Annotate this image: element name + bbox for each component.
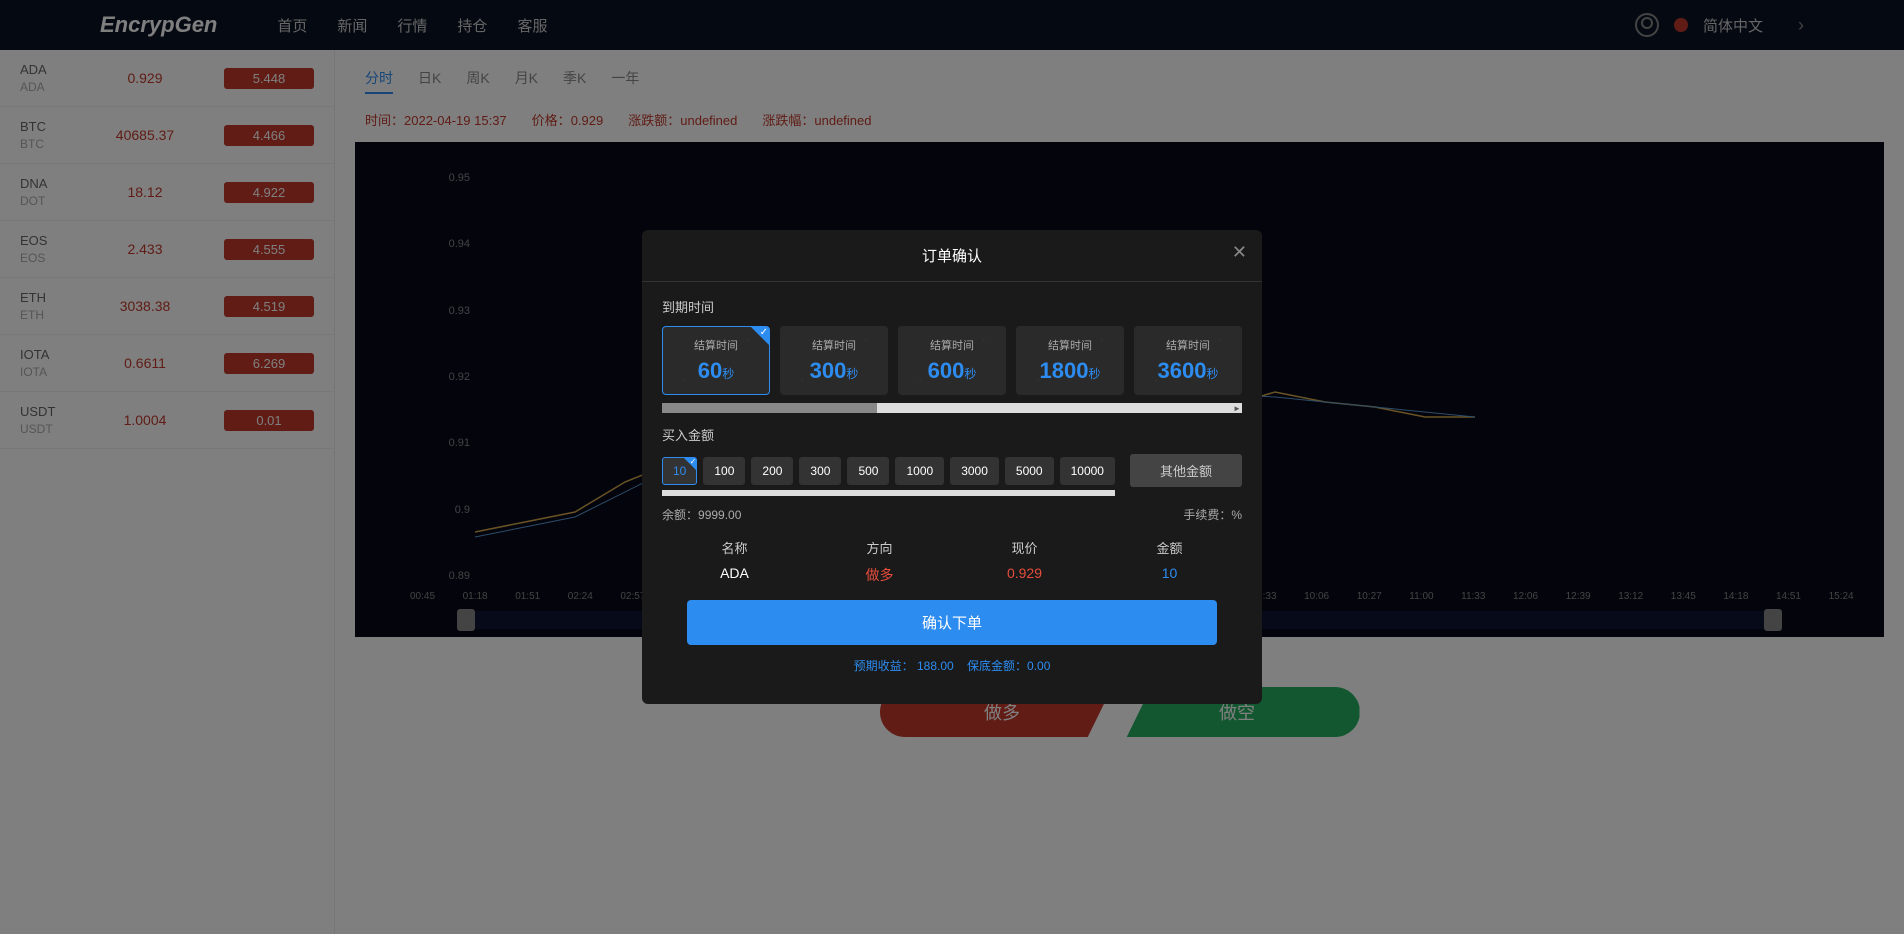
expiry-label: 到期时间	[662, 297, 1242, 316]
time-unit: 秒	[846, 367, 858, 381]
expected-label: 预期收益：	[854, 659, 914, 673]
time-unit: 秒	[964, 367, 976, 381]
amount-option-1000[interactable]: 1000	[895, 457, 944, 485]
amount-options: 1010020030050010003000500010000 其他金额	[662, 454, 1242, 487]
settle-label: 结算时间	[668, 337, 764, 353]
other-amount-button[interactable]: 其他金额	[1130, 454, 1242, 487]
scroll-thumb[interactable]	[662, 403, 877, 413]
expected-value: 188.00	[917, 659, 954, 673]
sum-price-value: 0.929	[952, 565, 1097, 581]
time-scrollbar[interactable]: ◄ ►	[662, 403, 1242, 413]
amount-option-500[interactable]: 500	[847, 457, 889, 485]
amount-option-10000[interactable]: 10000	[1060, 457, 1115, 485]
modal-title: 订单确认	[922, 245, 982, 266]
time-options: 结算时间60秒结算时间300秒结算时间600秒结算时间1800秒结算时间3600…	[662, 326, 1242, 395]
modal-body: 到期时间 结算时间60秒结算时间300秒结算时间600秒结算时间1800秒结算时…	[642, 282, 1262, 704]
time-option-60[interactable]: 结算时间 60秒	[662, 326, 770, 395]
check-icon	[684, 458, 696, 470]
amount-option-10[interactable]: 10	[662, 457, 697, 485]
amount-option-300[interactable]: 300	[799, 457, 841, 485]
amount-option-5000[interactable]: 5000	[1005, 457, 1054, 485]
close-icon[interactable]: ✕	[1232, 242, 1247, 263]
sum-price-label: 现价	[952, 538, 1097, 557]
balance-label: 余额：	[662, 508, 698, 522]
sum-name-value: ADA	[662, 565, 807, 581]
amount-option-100[interactable]: 100	[703, 457, 745, 485]
confirm-order-button[interactable]: 确认下单	[687, 600, 1217, 645]
balance-row: 余额：9999.00 手续费：%	[662, 506, 1242, 523]
modal-overlay[interactable]: 订单确认 ✕ 到期时间 结算时间60秒结算时间300秒结算时间600秒结算时间1…	[0, 0, 1904, 934]
settle-label: 结算时间	[1140, 337, 1236, 353]
time-value: 1800	[1040, 358, 1089, 383]
sum-amt-value: 10	[1097, 565, 1242, 581]
amount-option-3000[interactable]: 3000	[950, 457, 999, 485]
time-unit: 秒	[1206, 367, 1218, 381]
fee-value: %	[1231, 508, 1242, 522]
amount-scrollbar[interactable]	[662, 490, 1115, 496]
time-option-300[interactable]: 结算时间 300秒	[780, 326, 888, 395]
time-unit: 秒	[722, 367, 734, 381]
time-option-3600[interactable]: 结算时间 3600秒	[1134, 326, 1242, 395]
settle-label: 结算时间	[904, 337, 1000, 353]
sum-amt-label: 金额	[1097, 538, 1242, 557]
guarantee-value: 0.00	[1027, 659, 1050, 673]
settle-label: 结算时间	[786, 337, 882, 353]
time-value: 300	[810, 358, 847, 383]
modal-header: 订单确认 ✕	[642, 230, 1262, 282]
settle-label: 结算时间	[1022, 337, 1118, 353]
fee-label: 手续费：	[1183, 508, 1231, 522]
balance-value: 9999.00	[698, 508, 741, 522]
sum-dir-value: 做多	[807, 565, 952, 585]
time-value: 3600	[1158, 358, 1207, 383]
scroll-right-icon[interactable]: ►	[1232, 403, 1242, 413]
guarantee-label: 保底金额：	[967, 659, 1027, 673]
order-summary: 名称 ADA 方向 做多 现价 0.929 金额 10	[662, 538, 1242, 585]
time-value: 600	[928, 358, 965, 383]
sum-name-label: 名称	[662, 538, 807, 557]
buy-amount-label: 买入金额	[662, 425, 1242, 444]
time-unit: 秒	[1088, 367, 1100, 381]
time-option-1800[interactable]: 结算时间 1800秒	[1016, 326, 1124, 395]
time-value: 60	[698, 358, 722, 383]
amount-option-200[interactable]: 200	[751, 457, 793, 485]
footer-info: 预期收益： 188.00 保底金额：0.00	[662, 657, 1242, 689]
order-confirm-modal: 订单确认 ✕ 到期时间 结算时间60秒结算时间300秒结算时间600秒结算时间1…	[642, 230, 1262, 704]
check-icon	[751, 327, 769, 345]
sum-dir-label: 方向	[807, 538, 952, 557]
time-option-600[interactable]: 结算时间 600秒	[898, 326, 1006, 395]
